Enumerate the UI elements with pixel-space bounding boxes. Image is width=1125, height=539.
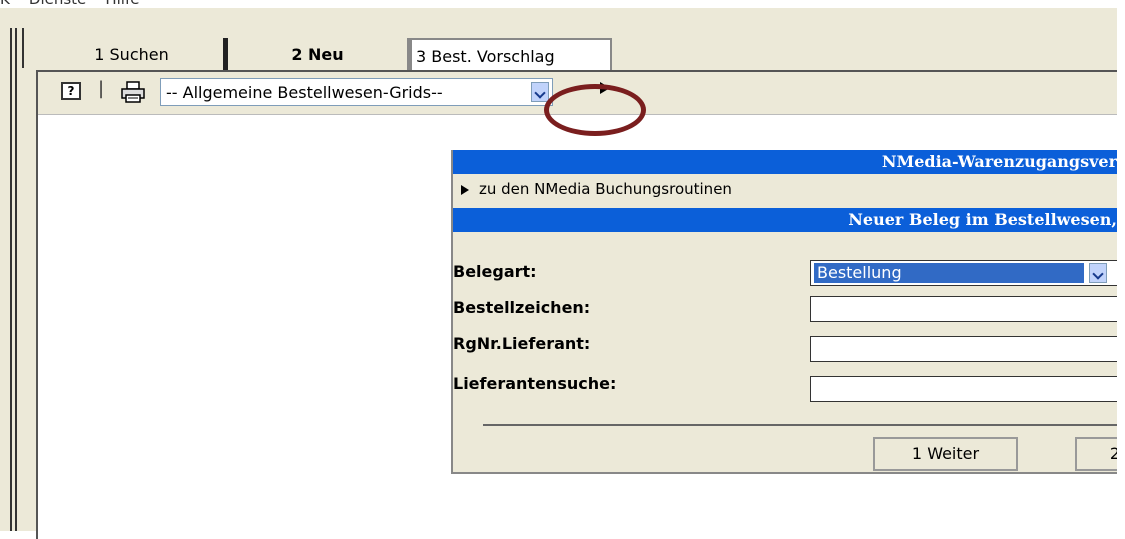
- dialog-title: NMedia-Warenzugangsver: [453, 150, 1117, 174]
- tab-suchen[interactable]: 1 Suchen: [40, 38, 228, 72]
- grid-select[interactable]: -- Allgemeine Bestellwesen-Grids--: [160, 78, 553, 106]
- belegart-select[interactable]: Bestellung: [810, 260, 1117, 286]
- chevron-down-icon: [1092, 268, 1104, 280]
- rgnr-lieferant-label: RgNr.Lieferant:: [453, 334, 591, 353]
- help-icon[interactable]: ?: [61, 82, 81, 100]
- warenzugang-dialog: NMedia-Warenzugangsver zu den NMedia Buc…: [451, 150, 1117, 474]
- lieferantensuche-label: Lieferantensuche:: [453, 374, 617, 393]
- printer-icon[interactable]: [120, 80, 146, 104]
- belegart-select-value: Bestellung: [814, 263, 1084, 283]
- buchungsroutinen-link-label: zu den NMedia Buchungsroutinen: [479, 180, 732, 198]
- left-border-line: [10, 28, 12, 531]
- dialog-divider: [483, 424, 1117, 426]
- menu-bar-text[interactable]: K Dienste Hilfe: [0, 0, 139, 8]
- chevron-down-icon: [534, 87, 546, 99]
- dialog-subtitle: Neuer Beleg im Bestellwesen,: [453, 208, 1117, 232]
- play-arrow-icon: [461, 184, 469, 195]
- weiter-button[interactable]: 1 Weiter: [873, 437, 1018, 471]
- buchungsroutinen-link[interactable]: zu den NMedia Buchungsroutinen: [461, 180, 732, 198]
- second-button[interactable]: 2: [1075, 437, 1117, 471]
- grid-select-dropdown-button[interactable]: [531, 82, 549, 102]
- lieferantensuche-input[interactable]: [810, 376, 1117, 402]
- belegart-label: Belegart:: [453, 262, 537, 281]
- grid-select-value: -- Allgemeine Bestellwesen-Grids--: [166, 83, 443, 102]
- tab-divider-line: [22, 28, 24, 68]
- bestellzeichen-input[interactable]: [810, 296, 1117, 322]
- tab-best-vorschlag[interactable]: 3 Best. Vorschlag: [410, 38, 612, 72]
- bestellzeichen-label: Bestellzeichen:: [453, 298, 591, 317]
- menu-bar: K Dienste Hilfe: [0, 0, 1125, 8]
- tab-neu[interactable]: 2 Neu: [228, 38, 410, 72]
- toolbar-separator: |: [98, 78, 105, 99]
- highlight-circle-annotation: [544, 84, 646, 136]
- belegart-dropdown-button[interactable]: [1089, 263, 1107, 283]
- rgnr-lieferant-input[interactable]: [810, 336, 1117, 362]
- app-window: 1 Suchen 2 Neu 3 Best. Vorschlag ? | -- …: [0, 8, 1117, 539]
- left-border-line: [15, 28, 17, 531]
- content-panel: ? | -- Allgemeine Bestellwesen-Grids-- N…: [36, 70, 1117, 539]
